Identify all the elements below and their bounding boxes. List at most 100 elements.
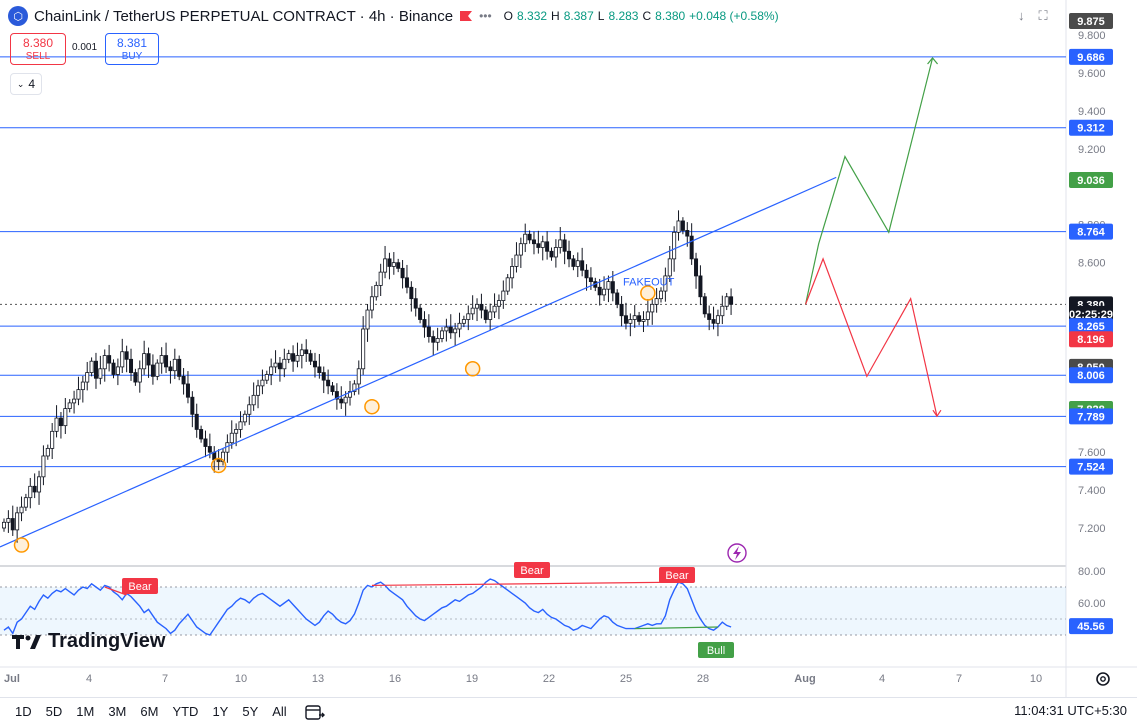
candle-body (304, 349, 309, 355)
candle-body (142, 353, 147, 370)
trendline[interactable] (0, 176, 837, 548)
candle-body (518, 243, 523, 256)
candle-body (194, 413, 199, 430)
symbol-title[interactable]: ChainLink / TetherUS PERPETUAL CONTRACT … (34, 8, 453, 25)
sell-label: SELL (25, 51, 51, 62)
range-button-5d[interactable]: 5D (39, 700, 70, 724)
chainlink-logo-icon: ⬡ (8, 6, 28, 26)
candle-body (269, 366, 274, 375)
gear-icon[interactable] (1094, 670, 1112, 688)
touch-point-marker (210, 457, 227, 474)
range-button-3m[interactable]: 3M (101, 700, 133, 724)
candle-body (606, 281, 611, 290)
candle-body (545, 241, 550, 252)
candle-body (510, 266, 515, 279)
price-axis-label: 7.524 (1077, 462, 1105, 474)
price-axis-label: 9.036 (1077, 175, 1105, 187)
candle-body (610, 281, 615, 294)
candle-body (107, 355, 112, 364)
candle-body (431, 336, 436, 343)
buy-price: 8.381 (116, 36, 148, 50)
candle-body (404, 277, 409, 288)
candle-body (339, 398, 344, 404)
candle-body (54, 417, 59, 432)
range-button-1d[interactable]: 1D (8, 700, 39, 724)
candle-body (645, 311, 650, 320)
candle-body (470, 307, 475, 315)
candle-body (120, 351, 125, 368)
x-axis-tick-label: Jul (4, 673, 20, 685)
candle-body (146, 353, 151, 366)
candle-body (479, 303, 484, 311)
candle-body (76, 389, 81, 400)
chevron-down-icon: ⌄ (16, 78, 25, 89)
price-axis-label: 8.196 (1077, 334, 1105, 346)
chart-canvas[interactable]: 9.8009.6009.4009.2008.8008.6007.6007.400… (0, 0, 1137, 697)
candle-body (98, 368, 103, 379)
y-axis-tick-label: 7.600 (1078, 447, 1106, 459)
candle-body (553, 247, 558, 258)
candle-body (523, 233, 528, 245)
x-axis-tick-label: 28 (697, 673, 709, 685)
candle-body (32, 485, 37, 493)
bear-divergence-label: Bear (520, 565, 544, 577)
candle-body (10, 518, 15, 531)
candle-body (111, 362, 116, 375)
candle-body (514, 254, 519, 267)
candle-body (247, 404, 252, 415)
clock-display[interactable]: 11:04:31 UTC+5:30 (1014, 703, 1127, 718)
candle-body (378, 271, 383, 286)
bear-arrowhead (932, 409, 942, 418)
y-axis-tick-label: 7.200 (1078, 523, 1106, 535)
candle-body (628, 319, 633, 324)
candle-body (264, 374, 269, 381)
flag-icon[interactable] (459, 10, 473, 22)
y-axis-tick-label: 8.600 (1078, 258, 1106, 270)
candle-body (615, 292, 620, 305)
range-button-1y[interactable]: 1Y (205, 700, 235, 724)
range-button-1m[interactable]: 1M (69, 700, 101, 724)
calendar-icon[interactable] (304, 702, 326, 722)
candle-body (361, 328, 366, 370)
candle-body (181, 375, 186, 385)
range-button-ytd[interactable]: YTD (165, 700, 205, 724)
indicators-toggle[interactable]: ⌄ 4 (10, 73, 42, 95)
candle-body (317, 366, 322, 373)
candle-body (102, 355, 107, 370)
range-button-all[interactable]: All (265, 700, 293, 724)
x-axis-tick-label: 22 (543, 673, 555, 685)
chart-toolbar-icons: ↓ ⛶ (1018, 8, 1048, 24)
candle-body (409, 286, 414, 300)
range-buttons: 1D 5D 1M 3M 6M YTD 1Y 5Y All (8, 700, 294, 724)
candle-body (439, 330, 444, 339)
more-options-icon[interactable]: ••• (479, 9, 492, 23)
sell-button[interactable]: 8.380 SELL (10, 33, 66, 65)
fullscreen-icon[interactable]: ⛶ (1039, 8, 1048, 24)
candle-body (308, 353, 313, 362)
bear-projection-path[interactable] (804, 257, 938, 417)
candle-body (672, 231, 677, 260)
price-axis-label: 8.006 (1077, 370, 1105, 382)
candle-body (273, 362, 278, 368)
x-axis-tick-label: 7 (162, 673, 168, 685)
range-button-5y[interactable]: 5Y (235, 700, 265, 724)
candle-body (702, 296, 707, 315)
bull-projection-path[interactable] (804, 57, 934, 305)
candle-body (715, 315, 720, 324)
arrow-down-icon[interactable]: ↓ (1018, 8, 1025, 24)
range-button-6m[interactable]: 6M (133, 700, 165, 724)
candle-body (584, 269, 589, 279)
bear-divergence-label: Bear (665, 570, 689, 582)
tradingview-logo[interactable]: TradingView (12, 630, 165, 653)
candle-body (623, 315, 628, 324)
y-axis-tick-label: 9.200 (1078, 144, 1106, 156)
buy-button[interactable]: 8.381 BUY (105, 33, 159, 65)
candle-body (724, 296, 729, 307)
x-axis-tick-label: Aug (794, 673, 815, 685)
x-axis-tick-label: 4 (879, 673, 885, 685)
candle-body (37, 476, 42, 493)
candle-body (168, 366, 173, 372)
candle-body (374, 284, 379, 298)
candle-body (229, 432, 234, 444)
candle-body (689, 235, 694, 260)
